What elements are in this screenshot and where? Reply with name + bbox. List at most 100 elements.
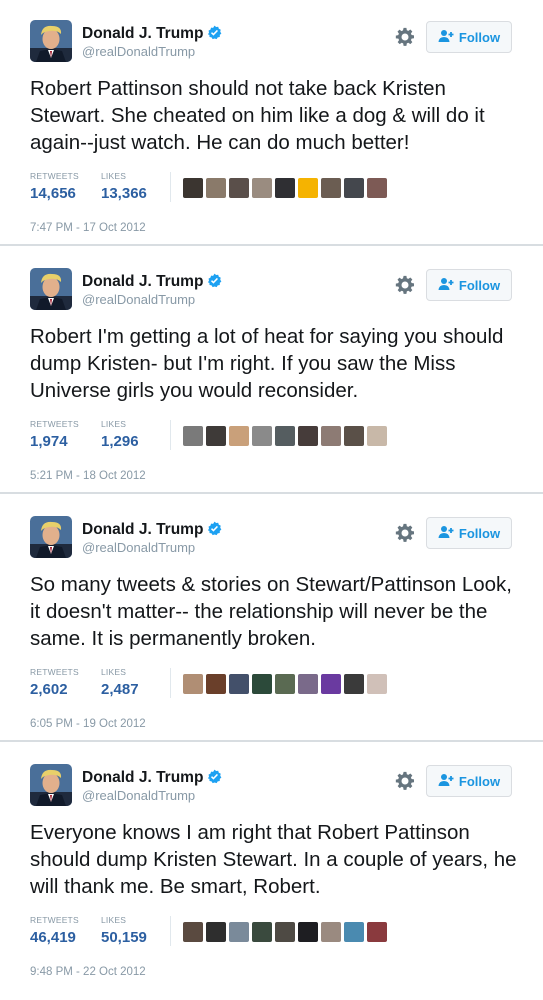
liker-avatars xyxy=(183,178,387,198)
liker-avatar[interactable] xyxy=(206,922,226,942)
follow-button[interactable]: Follow xyxy=(426,21,512,53)
retweets-label: RETWEETS xyxy=(30,915,79,925)
liker-avatar[interactable] xyxy=(252,674,272,694)
display-name-text[interactable]: Donald J. Trump xyxy=(82,273,203,290)
liker-avatar[interactable] xyxy=(344,426,364,446)
liker-avatar[interactable] xyxy=(321,178,341,198)
user-handle[interactable]: @realDonaldTrump xyxy=(82,292,195,307)
likes-label: LIKES xyxy=(101,171,127,181)
stats-divider xyxy=(170,668,171,698)
follow-button[interactable]: Follow xyxy=(426,269,512,301)
likes-count[interactable]: 2,487 xyxy=(101,681,139,698)
liker-avatar[interactable] xyxy=(275,178,295,198)
display-name[interactable]: Donald J. Trump xyxy=(82,273,222,293)
follow-button-label: Follow xyxy=(458,773,501,789)
gear-icon[interactable] xyxy=(395,27,415,47)
liker-avatar[interactable] xyxy=(229,922,249,942)
follow-person-icon xyxy=(438,277,454,294)
tweet-text: Everyone knows I am right that Robert Pa… xyxy=(30,821,517,898)
likes-label: LIKES xyxy=(101,915,127,925)
display-name[interactable]: Donald J. Trump xyxy=(82,25,222,45)
retweets-count[interactable]: 46,419 xyxy=(30,929,76,946)
liker-avatar[interactable] xyxy=(344,922,364,942)
liker-avatar[interactable] xyxy=(367,178,387,198)
liker-avatar[interactable] xyxy=(275,922,295,942)
liker-avatar[interactable] xyxy=(183,426,203,446)
gear-icon[interactable] xyxy=(395,771,415,791)
liker-avatar[interactable] xyxy=(252,178,272,198)
tweet-timestamp[interactable]: 9:48 PM - 22 Oct 2012 xyxy=(30,966,146,978)
tweet-text: Robert Pattinson should not take back Kr… xyxy=(30,77,485,154)
retweets-label: RETWEETS xyxy=(30,667,79,677)
gear-icon[interactable] xyxy=(395,275,415,295)
liker-avatar[interactable] xyxy=(183,674,203,694)
liker-avatar[interactable] xyxy=(367,674,387,694)
user-handle[interactable]: @realDonaldTrump xyxy=(82,788,195,803)
liker-avatar[interactable] xyxy=(183,922,203,942)
tweet-divider xyxy=(0,244,543,246)
liker-avatar[interactable] xyxy=(229,178,249,198)
liker-avatar[interactable] xyxy=(344,674,364,694)
likes-label: LIKES xyxy=(101,667,127,677)
follow-button[interactable]: Follow xyxy=(426,517,512,549)
retweets-label: RETWEETS xyxy=(30,419,79,429)
liker-avatar[interactable] xyxy=(367,922,387,942)
liker-avatars xyxy=(183,922,387,942)
tweet-timestamp[interactable]: 5:21 PM - 18 Oct 2012 xyxy=(30,470,146,482)
liker-avatar[interactable] xyxy=(229,426,249,446)
display-name[interactable]: Donald J. Trump xyxy=(82,769,222,789)
follow-button[interactable]: Follow xyxy=(426,765,512,797)
user-handle[interactable]: @realDonaldTrump xyxy=(82,540,195,555)
liker-avatar[interactable] xyxy=(367,426,387,446)
likes-label: LIKES xyxy=(101,419,127,429)
verified-badge-icon xyxy=(207,521,222,541)
follow-button-label: Follow xyxy=(458,29,501,45)
retweets-count[interactable]: 2,602 xyxy=(30,681,68,698)
profile-avatar[interactable] xyxy=(30,20,72,62)
profile-avatar[interactable] xyxy=(30,268,72,310)
profile-avatar[interactable] xyxy=(30,516,72,558)
liker-avatar[interactable] xyxy=(275,426,295,446)
liker-avatar[interactable] xyxy=(298,178,318,198)
retweets-label: RETWEETS xyxy=(30,171,79,181)
liker-avatar[interactable] xyxy=(298,674,318,694)
liker-avatar[interactable] xyxy=(321,674,341,694)
verified-badge-icon xyxy=(207,273,222,293)
liker-avatar[interactable] xyxy=(206,674,226,694)
liker-avatar[interactable] xyxy=(321,922,341,942)
display-name-text[interactable]: Donald J. Trump xyxy=(82,521,203,538)
tweet-timestamp[interactable]: 6:05 PM - 19 Oct 2012 xyxy=(30,718,146,730)
retweets-count[interactable]: 14,656 xyxy=(30,185,76,202)
liker-avatar[interactable] xyxy=(275,674,295,694)
liker-avatar[interactable] xyxy=(252,922,272,942)
follow-person-icon xyxy=(438,525,454,542)
likes-count[interactable]: 13,366 xyxy=(101,185,147,202)
liker-avatar[interactable] xyxy=(298,922,318,942)
liker-avatar[interactable] xyxy=(206,178,226,198)
tweet-divider xyxy=(0,492,543,494)
profile-avatar[interactable] xyxy=(30,764,72,806)
liker-avatar[interactable] xyxy=(344,178,364,198)
liker-avatar[interactable] xyxy=(183,178,203,198)
display-name-text[interactable]: Donald J. Trump xyxy=(82,769,203,786)
tweet-text: Robert I'm getting a lot of heat for say… xyxy=(30,325,504,402)
tweet-card: Donald J. Trump @realDonaldTrump Follow So … xyxy=(0,496,543,744)
likes-count[interactable]: 1,296 xyxy=(101,433,139,450)
liker-avatar[interactable] xyxy=(206,426,226,446)
display-name-text[interactable]: Donald J. Trump xyxy=(82,25,203,42)
stats-divider xyxy=(170,420,171,450)
tweet-divider xyxy=(0,740,543,742)
liker-avatar[interactable] xyxy=(252,426,272,446)
liker-avatar[interactable] xyxy=(298,426,318,446)
tweet-timestamp[interactable]: 7:47 PM - 17 Oct 2012 xyxy=(30,222,146,234)
gear-icon[interactable] xyxy=(395,523,415,543)
retweets-count[interactable]: 1,974 xyxy=(30,433,68,450)
follow-person-icon xyxy=(438,29,454,46)
display-name[interactable]: Donald J. Trump xyxy=(82,521,222,541)
user-handle[interactable]: @realDonaldTrump xyxy=(82,44,195,59)
liker-avatar[interactable] xyxy=(321,426,341,446)
stats-divider xyxy=(170,172,171,202)
liker-avatar[interactable] xyxy=(229,674,249,694)
likes-count[interactable]: 50,159 xyxy=(101,929,147,946)
liker-avatars xyxy=(183,674,387,694)
